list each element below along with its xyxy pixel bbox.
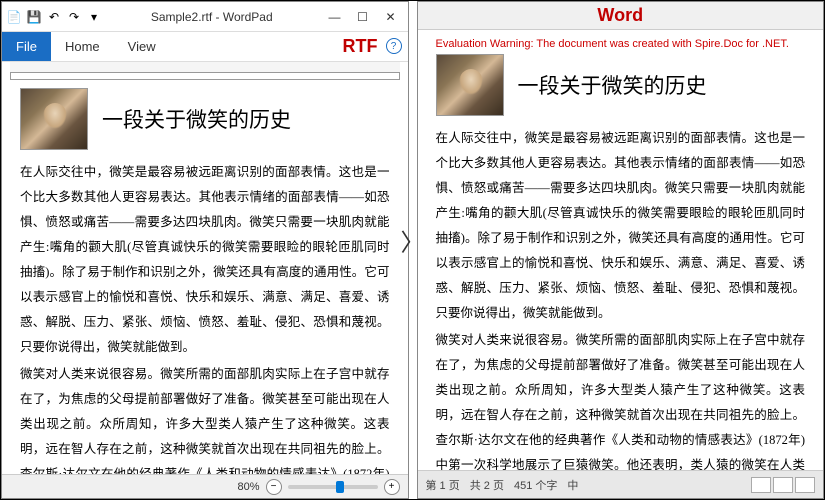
redo-icon[interactable]: ↷ <box>66 9 82 25</box>
zoom-slider-thumb[interactable] <box>336 481 344 493</box>
document-area[interactable]: 一段关于微笑的历史 在人际交往中，微笑是最容易被远距离识别的面部表情。这也是一个… <box>2 80 408 474</box>
window-title: Sample2.rtf - WordPad <box>102 10 322 24</box>
status-words[interactable]: 451 个字 <box>514 477 557 493</box>
status-bar: 80% − + <box>2 474 408 498</box>
view-read-icon[interactable] <box>751 477 771 493</box>
zoom-slider[interactable] <box>288 485 378 489</box>
word-header: Word <box>418 2 824 30</box>
zoom-value: 80% <box>237 481 259 493</box>
document-image <box>20 88 88 150</box>
status-lang[interactable]: 中 <box>567 477 578 493</box>
document-image <box>436 54 504 116</box>
tab-home[interactable]: Home <box>51 32 114 61</box>
document-body[interactable]: 在人际交往中，微笑是最容易被远距离识别的面部表情。这也是一个比大多数其他人更容易… <box>20 160 390 474</box>
document-title: 一段关于微笑的历史 <box>102 104 291 134</box>
paragraph-1: 在人际交往中，微笑是最容易被远距离识别的面部表情。这也是一个比大多数其他人更容易… <box>20 160 390 360</box>
document-title: 一段关于微笑的历史 <box>518 70 707 100</box>
maximize-button[interactable]: ☐ <box>350 7 376 27</box>
paragraph-2: 微笑对人类来说很容易。微笑所需的面部肌肉实际上在子宫中就存在了，为焦虑的父母提前… <box>436 328 806 470</box>
view-mode-icons <box>751 477 815 493</box>
word-window: Word Evaluation Warning: The document wa… <box>417 1 825 499</box>
view-print-icon[interactable] <box>773 477 793 493</box>
document-area[interactable]: Evaluation Warning: The document was cre… <box>418 30 824 470</box>
view-web-icon[interactable] <box>795 477 815 493</box>
minimize-button[interactable]: — <box>322 7 348 27</box>
qat-dropdown-icon[interactable]: ▾ <box>86 9 102 25</box>
word-status-bar: 第 1 页 共 2 页 451 个字 中 <box>418 470 824 498</box>
undo-icon[interactable]: ↶ <box>46 9 62 25</box>
paragraph-2: 微笑对人类来说很容易。微笑所需的面部肌肉实际上在子宫中就存在了，为焦虑的父母提前… <box>20 362 390 474</box>
format-label-rtf: RTF <box>343 36 378 57</box>
titlebar: 📄 💾 ↶ ↷ ▾ Sample2.rtf - WordPad — ☐ ✕ <box>2 2 408 32</box>
tab-view[interactable]: View <box>114 32 170 61</box>
close-button[interactable]: ✕ <box>378 7 404 27</box>
status-page[interactable]: 第 1 页 <box>426 477 460 493</box>
format-label-word: Word <box>597 5 643 26</box>
paragraph-1: 在人际交往中，微笑是最容易被远距离识别的面部表情。这也是一个比大多数其他人更容易… <box>436 126 806 326</box>
document-body[interactable]: 在人际交往中，微笑是最容易被远距离识别的面部表情。这也是一个比大多数其他人更容易… <box>436 126 806 470</box>
quick-access-toolbar: 📄 💾 ↶ ↷ ▾ <box>6 9 102 25</box>
evaluation-warning: Evaluation Warning: The document was cre… <box>436 38 806 50</box>
status-pages: 共 2 页 <box>470 477 504 493</box>
help-icon[interactable]: ? <box>386 38 402 54</box>
save-icon[interactable]: 💾 <box>26 9 42 25</box>
ruler[interactable] <box>10 62 400 80</box>
zoom-in-button[interactable]: + <box>384 479 400 495</box>
app-icon: 📄 <box>6 9 22 25</box>
ribbon: File Home View RTF ? <box>2 32 408 62</box>
tab-file[interactable]: File <box>2 32 51 61</box>
wordpad-window: 📄 💾 ↶ ↷ ▾ Sample2.rtf - WordPad — ☐ ✕ Fi… <box>1 1 409 499</box>
zoom-out-button[interactable]: − <box>266 479 282 495</box>
